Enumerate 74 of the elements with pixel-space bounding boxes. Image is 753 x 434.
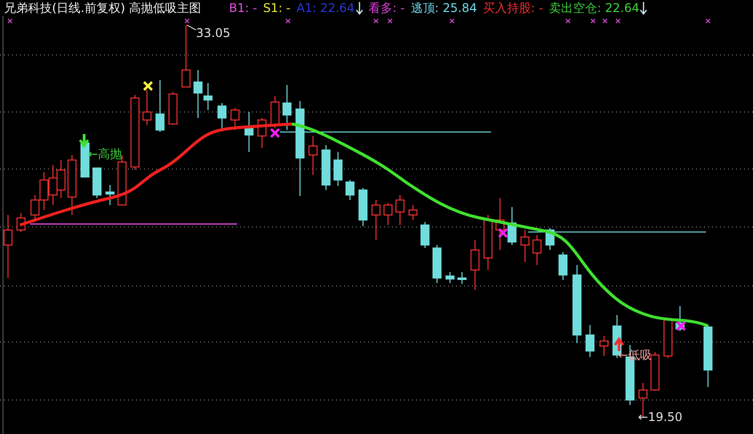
indicator-value: 看多: -	[368, 0, 405, 16]
chart-title: 兄弟科技(日线.前复权) 高抛低吸主图	[4, 0, 201, 16]
candlestick	[558, 252, 568, 280]
signal-marker-icon	[285, 18, 291, 24]
candlestick	[470, 240, 480, 290]
signal-marker-icon	[705, 18, 711, 24]
candlestick	[676, 306, 684, 332]
cross-marker-icon	[270, 128, 280, 138]
signal-marker-icon	[615, 18, 621, 24]
indicator-value: 逃顶: 25.84	[410, 0, 477, 16]
candlestick	[168, 92, 178, 126]
signal-marker-icon	[590, 18, 596, 24]
candlestick	[420, 222, 430, 248]
candlestick	[56, 160, 66, 198]
candlestick	[458, 272, 466, 284]
candlestick	[358, 188, 368, 226]
candlestick	[334, 152, 342, 186]
leader-line	[186, 24, 196, 30]
down-arrow-icon	[78, 132, 90, 148]
candlestick	[156, 80, 164, 132]
cross-marker-icon	[142, 80, 154, 92]
candlestick	[322, 144, 330, 190]
candlestick	[396, 194, 404, 226]
candlestick	[650, 352, 660, 392]
candlestick	[346, 180, 354, 200]
indicator-value: B1: -	[229, 0, 258, 16]
candlestick	[496, 198, 504, 250]
signal-marker-icon	[449, 18, 455, 24]
candlestick	[16, 212, 26, 232]
indicator-value: 买入持股: -	[482, 0, 544, 16]
candlestick	[508, 206, 516, 246]
indicator-value: A1: 22.64	[296, 0, 355, 16]
candlestick	[532, 234, 542, 266]
signal-marker-icon	[184, 18, 190, 24]
candlestick	[142, 90, 152, 126]
candlestick	[270, 96, 280, 128]
price-annotation: ←19.50	[638, 410, 682, 424]
candlestick	[244, 112, 254, 152]
indicator-value: S1: -	[263, 0, 291, 16]
candlestick	[282, 84, 292, 130]
candlestick	[704, 324, 712, 388]
candlestick	[664, 318, 672, 358]
candlestick	[408, 204, 418, 220]
candlestick	[182, 24, 190, 88]
cross-marker-icon	[676, 320, 686, 332]
cross-marker-icon	[498, 228, 508, 238]
candlestick	[92, 168, 102, 198]
candlestick	[4, 214, 12, 278]
candlestick	[30, 194, 40, 222]
candlestick	[546, 228, 554, 250]
up-arrow-icon	[614, 336, 624, 352]
indicator-value: 卖出空仓: 22.64	[549, 0, 640, 16]
candlestick	[308, 136, 318, 176]
candlestick	[230, 108, 240, 130]
candlestick	[520, 230, 530, 262]
candlestick	[48, 164, 58, 206]
candlestick	[40, 172, 48, 210]
candlestick	[586, 324, 594, 358]
candlestick	[372, 200, 380, 240]
signal-marker-icon	[373, 18, 379, 24]
signal-marker-icon	[602, 18, 608, 24]
candlestick	[218, 102, 226, 130]
signal-marker-icon	[387, 18, 393, 24]
candlestick	[432, 244, 442, 284]
candlestick	[384, 202, 392, 226]
candlestick	[600, 336, 608, 356]
signal-marker-icon	[565, 18, 571, 24]
candlestick	[106, 184, 114, 206]
candlestick	[258, 118, 266, 148]
candlestick	[484, 214, 492, 270]
price-annotation: 33.05	[196, 26, 230, 40]
signal-marker-icon	[7, 18, 13, 24]
candlestick	[68, 154, 76, 216]
candlestick	[446, 272, 454, 284]
